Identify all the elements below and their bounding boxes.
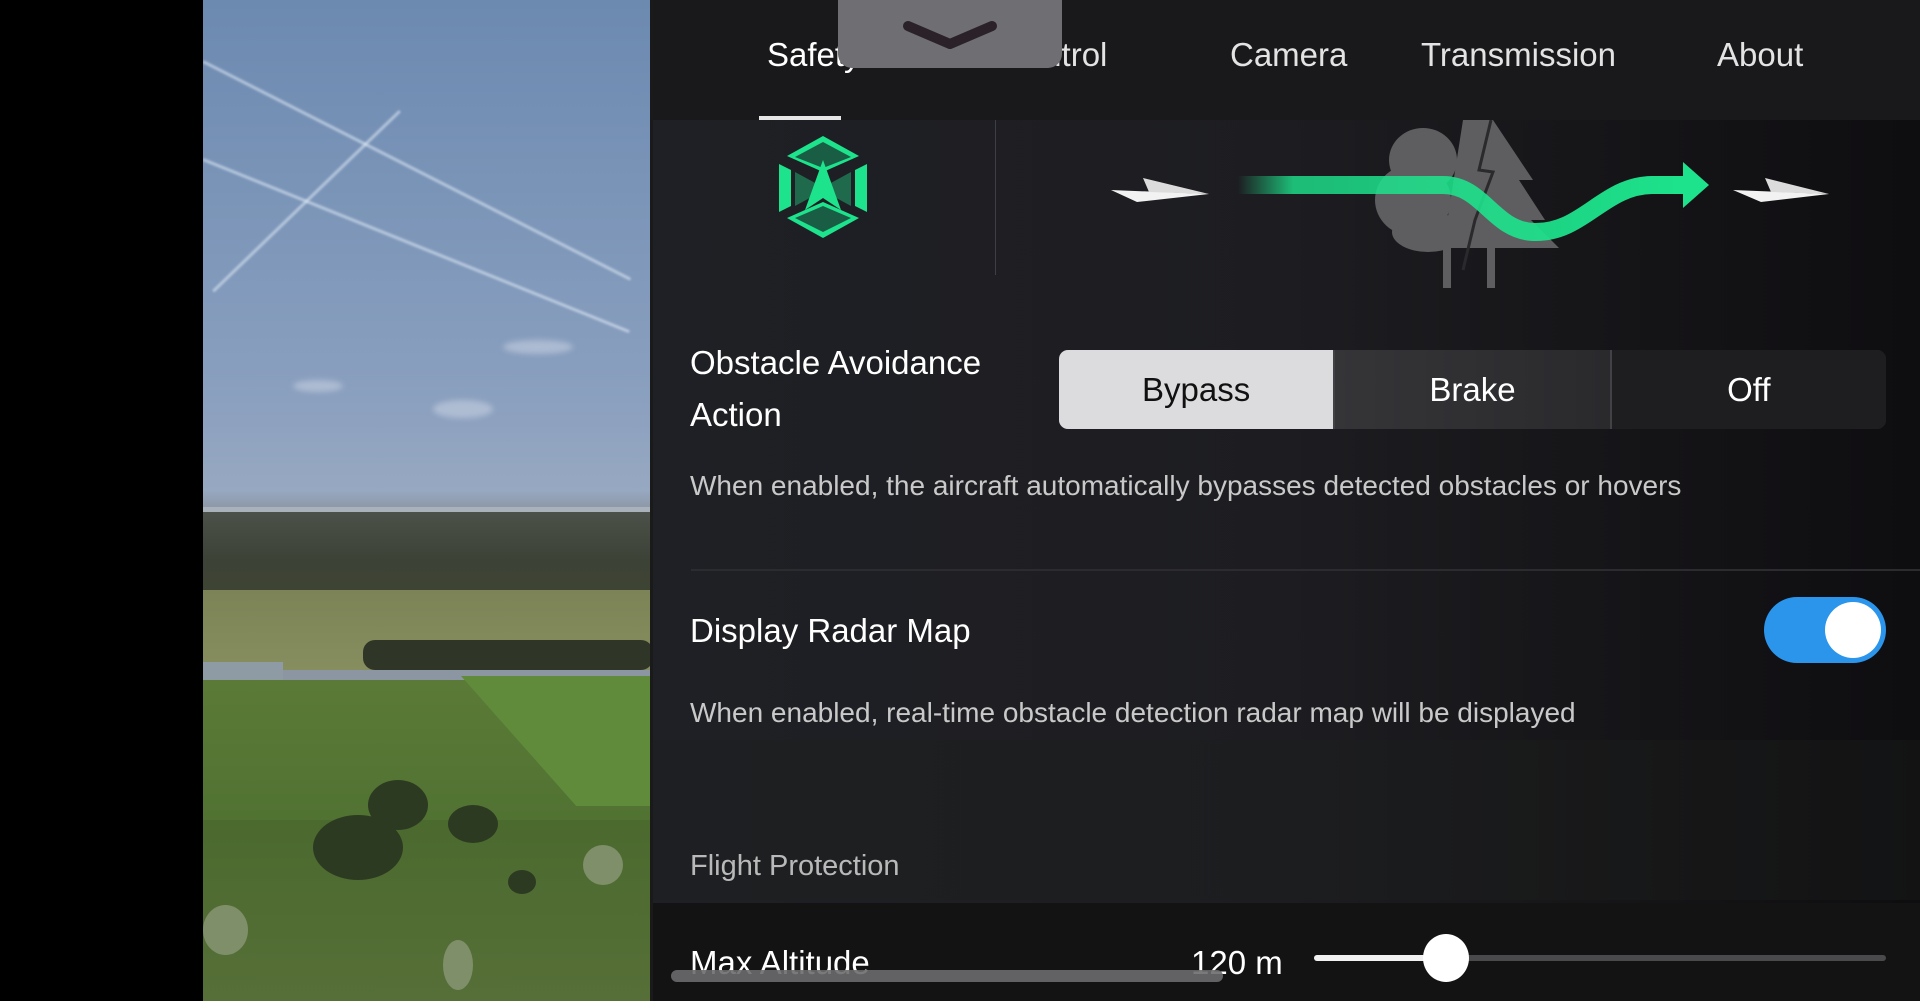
- paper-plane-icon: [1733, 178, 1829, 202]
- obstacle-avoidance-title-line2: Action: [690, 396, 782, 433]
- toggle-knob: [1825, 602, 1881, 658]
- chevron-down-icon: [903, 21, 997, 49]
- settings-panel: Safety Control Camera Transmission About: [653, 0, 1920, 1001]
- obstacle-avoidance-title: Obstacle Avoidance Action: [690, 337, 981, 441]
- radar-map-description: When enabled, real-time obstacle detecti…: [690, 697, 1576, 728]
- bypass-scene: [1111, 120, 1829, 288]
- option-brake[interactable]: Brake: [1333, 350, 1610, 429]
- flight-protection-label: Flight Protection: [690, 850, 900, 882]
- radar-map-title: Display Radar Map: [690, 612, 971, 649]
- radar-map-toggle[interactable]: [1764, 597, 1886, 663]
- max-altitude-slider[interactable]: [1314, 934, 1886, 982]
- tab-about[interactable]: About: [1717, 36, 1803, 74]
- option-off[interactable]: Off: [1609, 350, 1886, 429]
- tab-transmission[interactable]: Transmission: [1421, 36, 1616, 74]
- obstacle-avoidance-segmented-control: Bypass Brake Off: [1059, 350, 1886, 429]
- tree-obstacle-icon: [1375, 120, 1559, 288]
- option-bypass[interactable]: Bypass: [1059, 350, 1334, 429]
- home-indicator-bar[interactable]: [671, 970, 1223, 982]
- obstacle-avoidance-description: When enabled, the aircraft automatically…: [690, 470, 1682, 501]
- obstacle-avoidance-title-line1: Obstacle Avoidance: [690, 344, 982, 381]
- slider-thumb[interactable]: [1422, 934, 1469, 982]
- obstacle-avoidance-illustration: [653, 120, 1920, 295]
- section-divider: [691, 569, 1920, 571]
- collapse-handle-button[interactable]: [838, 0, 1062, 68]
- camera-feed: [203, 0, 653, 1001]
- letterbox-left: [0, 0, 203, 1001]
- tab-camera[interactable]: Camera: [1230, 36, 1347, 74]
- paper-plane-icon: [1111, 178, 1209, 202]
